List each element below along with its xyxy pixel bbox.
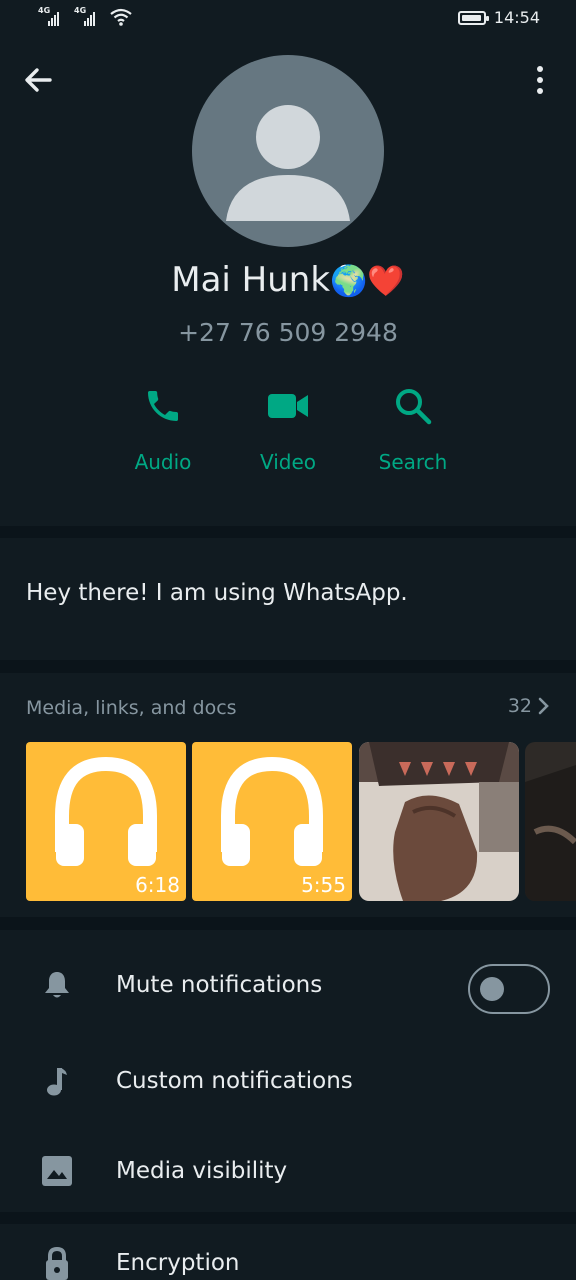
contact-name: Mai Hunk🌍❤️ (0, 260, 576, 300)
about-section[interactable]: Hey there! I am using WhatsApp. (0, 538, 576, 660)
video-icon (268, 394, 308, 418)
status-bar-right: 14:54 (457, 8, 540, 27)
cellular-signal-icon: 4G (74, 6, 104, 26)
media-thumbnail-audio[interactable]: 5:55 (192, 742, 352, 901)
custom-notifications-label: Custom notifications (116, 1068, 353, 1094)
settings-section: Mute notifications Custom notifications … (0, 930, 576, 1212)
dot (537, 66, 543, 72)
default-person-icon (226, 105, 350, 221)
audio-label: Audio (134, 450, 192, 474)
phone-icon (148, 391, 178, 421)
image-icon (42, 1156, 72, 1186)
mute-notifications-toggle[interactable] (468, 964, 550, 1014)
status-bar: 4G 4G 14:54 (0, 0, 576, 36)
photo-preview (525, 742, 576, 901)
search-button[interactable]: Search (353, 386, 473, 474)
battery-icon (457, 10, 489, 25)
contact-name-emoji: 🌍❤️ (330, 264, 405, 299)
media-thumbnail-photo[interactable] (359, 742, 519, 901)
lock-icon (46, 1246, 68, 1280)
about-text: Hey there! I am using WhatsApp. (26, 580, 408, 606)
media-count-link[interactable]: 32 (508, 695, 550, 717)
audio-duration: 5:55 (301, 873, 346, 897)
contact-phone: +27 76 509 2948 (178, 318, 398, 347)
arrow-left-icon (25, 68, 52, 92)
media-thumbnail-photo[interactable] (525, 742, 576, 901)
video-label: Video (259, 450, 317, 474)
contact-name-text: Mai Hunk (171, 260, 331, 300)
search-icon (396, 389, 432, 425)
media-visibility-label: Media visibility (116, 1158, 288, 1184)
dot (537, 77, 543, 83)
clock: 14:54 (493, 8, 540, 27)
audio-duration: 6:18 (135, 873, 180, 897)
photo-preview (359, 742, 519, 901)
media-count: 32 (507, 695, 532, 717)
video-call-button[interactable]: Video (228, 386, 348, 474)
avatar[interactable] (192, 55, 384, 247)
media-visibility-row[interactable]: Media visibility (0, 1124, 576, 1214)
media-section: Media, links, and docs 32 6:18 5:55 (0, 673, 576, 917)
music-note-icon (47, 1068, 67, 1096)
audio-call-button[interactable]: Audio (103, 386, 223, 474)
search-label: Search (378, 450, 448, 474)
bell-icon (45, 972, 69, 998)
custom-notifications-row[interactable]: Custom notifications (0, 1034, 576, 1124)
mute-notifications-row[interactable]: Mute notifications (0, 938, 576, 1028)
profile-header: Mai Hunk🌍❤️ +27 76 509 2948 Audio Video … (0, 36, 576, 526)
chevron-right-icon (538, 697, 549, 715)
mute-notifications-label: Mute notifications (116, 972, 323, 998)
back-button[interactable] (20, 62, 56, 98)
toggle-knob (480, 977, 504, 1001)
encryption-label: Encryption (116, 1250, 240, 1276)
status-bar-left: 4G 4G (38, 6, 132, 26)
media-header[interactable]: Media, links, and docs (26, 697, 237, 719)
media-thumbnail-audio[interactable]: 6:18 (26, 742, 186, 901)
more-options-button[interactable] (524, 62, 556, 98)
encryption-row[interactable]: Encryption (0, 1224, 576, 1280)
cellular-signal-icon: 4G (38, 6, 68, 26)
dot (537, 88, 543, 94)
wifi-icon (110, 8, 132, 26)
